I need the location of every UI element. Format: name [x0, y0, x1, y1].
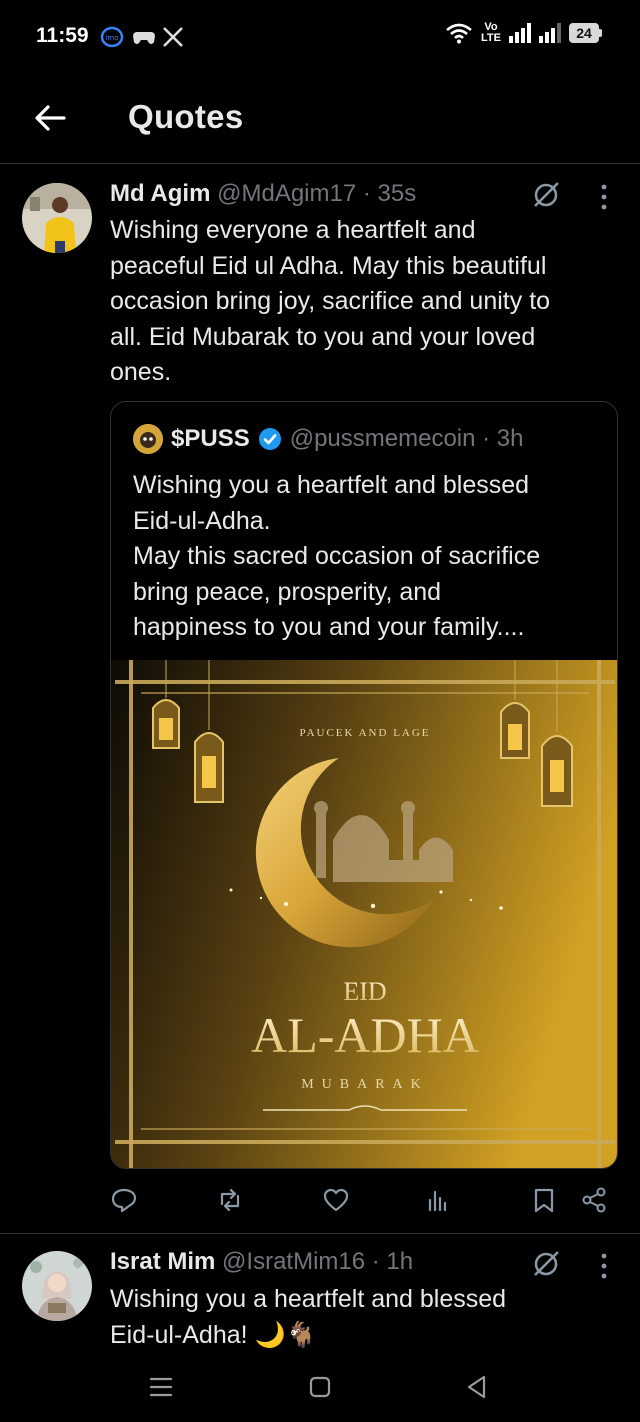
quote-text-line: Wishing you a heartfelt and blessed — [133, 471, 530, 499]
tweet-text-line: ones. — [110, 358, 172, 386]
tweet-text-line: peaceful Eid ul Adha. May this beautiful — [110, 251, 547, 280]
back-nav-icon[interactable] — [462, 1372, 492, 1402]
tweet-text-line: Wishing everyone a heartfelt and — [110, 216, 476, 244]
verified-badge-icon — [258, 428, 281, 450]
quote-text-line: bring peace, prosperity, and — [133, 577, 442, 606]
quote-author-name: $PUSS — [171, 425, 250, 452]
tweet-text: Wishing everyone a heartfelt and peacefu… — [110, 213, 610, 391]
avatar[interactable] — [22, 1251, 92, 1321]
tweet-header: Israt Mim @IsratMim16 · 1h — [110, 1248, 413, 1276]
reply-icon[interactable] — [110, 1186, 138, 1214]
grok-icon[interactable] — [530, 179, 562, 211]
tweet-action-bar — [110, 1182, 620, 1222]
retweet-icon[interactable] — [216, 1186, 244, 1214]
recent-apps-icon[interactable] — [146, 1372, 176, 1402]
image-top-text: PAUCEK AND LAGE — [299, 727, 430, 739]
author-name[interactable]: Md Agim — [110, 180, 210, 207]
avatar[interactable] — [22, 183, 92, 253]
quote-text: Wishing you a heartfelt and blessed Eid-… — [133, 468, 603, 646]
status-bar: 11:59 imo Vo LTE 24 — [0, 0, 640, 72]
signal-icon-secondary — [539, 23, 561, 43]
battery-icon: 24 — [569, 23, 602, 43]
eid-al-adha-image[interactable]: PAUCEK AND LAGE EID AL-ADHA MUBARAK — [111, 660, 618, 1169]
author-handle: @IsratMim16 · 1h — [222, 1248, 414, 1275]
home-icon[interactable] — [305, 1372, 335, 1402]
svg-text:imo: imo — [105, 34, 118, 42]
quote-author-handle: @pussmemecoin · 3h — [289, 425, 524, 452]
page-title: Quotes — [128, 98, 244, 135]
imo-icon: imo — [100, 26, 124, 48]
game-controller-icon — [133, 32, 155, 44]
bookmark-icon[interactable] — [530, 1186, 558, 1214]
quoted-tweet[interactable]: $PUSS @pussmemecoin · 3h Wishing you a h… — [110, 401, 618, 1169]
grok-icon[interactable] — [530, 1248, 562, 1280]
status-time: 11:59 — [36, 24, 89, 47]
tweet-text-line: all. Eid Mubarak to you and your loved — [110, 322, 536, 351]
status-right-group: Vo LTE 24 — [445, 22, 602, 44]
system-nav-bar — [0, 1350, 640, 1422]
share-icon[interactable] — [580, 1186, 608, 1214]
quote-text-line: happiness to you and your family.... — [133, 613, 525, 641]
tweet-text: Wishing you a heartfelt and blessed Eid-… — [110, 1282, 610, 1353]
quote-avatar — [133, 424, 163, 454]
tweet-header: Md Agim @MdAgim17 · 35s — [110, 180, 416, 208]
divider — [0, 1233, 640, 1234]
arrow-left-icon[interactable] — [30, 98, 70, 138]
tweet-text-line: Wishing you a heartfelt and blessed — [110, 1285, 507, 1313]
author-name[interactable]: Israt Mim — [110, 1248, 215, 1275]
volte-bottom-label: LTE — [481, 32, 501, 44]
image-eid-text: EID — [343, 977, 386, 1006]
signal-icon — [509, 23, 531, 43]
quote-text-line: Eid-ul-Adha. — [133, 506, 271, 535]
like-icon[interactable] — [322, 1186, 350, 1214]
more-options-icon[interactable] — [599, 1252, 609, 1280]
tweet-text-line: Eid-ul-Adha! 🌙🐐 — [110, 1320, 317, 1349]
quote-header: $PUSS @pussmemecoin · 3h — [133, 424, 524, 454]
page-header: Quotes — [0, 72, 640, 164]
quote-text-line: May this sacred occasion of sacrifice — [133, 542, 541, 570]
views-icon[interactable] — [424, 1186, 452, 1214]
wifi-icon — [446, 23, 472, 44]
tweet-text-line: occasion bring joy, sacrifice and unity … — [110, 287, 551, 315]
image-title-text: AL-ADHA — [251, 1007, 479, 1063]
x-logo-icon — [163, 27, 183, 47]
more-options-icon[interactable] — [599, 183, 609, 211]
battery-level: 24 — [569, 23, 599, 43]
volte-indicator: Vo LTE — [481, 22, 501, 44]
image-subtitle-text: MUBARAK — [301, 1077, 429, 1092]
author-handle: @MdAgim17 · 35s — [217, 180, 417, 207]
